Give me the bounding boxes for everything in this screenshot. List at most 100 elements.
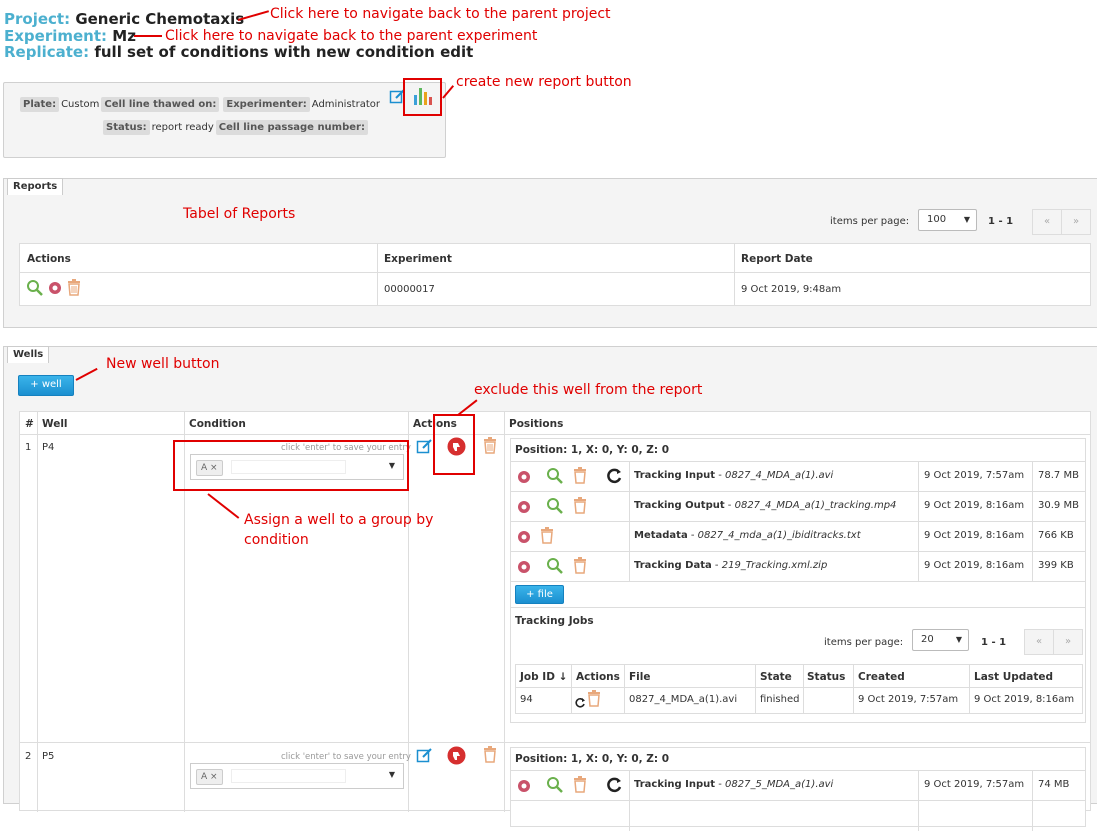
position-panel: Position: 1, X: 0, Y: 0, Z: 0 Tracking I… xyxy=(510,438,1086,723)
replicate-value: full set of conditions with new conditio… xyxy=(94,43,474,61)
delete-file-icon[interactable] xyxy=(573,497,587,514)
col-job-id[interactable]: Job ID ↓ xyxy=(520,671,567,683)
condition-input[interactable] xyxy=(231,769,346,783)
replicate-title: Replicate: full set of conditions with n… xyxy=(4,44,473,61)
reports-prev-page[interactable]: « xyxy=(1032,209,1062,235)
file-entry[interactable]: Tracking Input - 0827_4_MDA_a(1).avi xyxy=(634,470,833,481)
col-condition: Condition xyxy=(189,418,246,430)
reports-section: Reports Tabel of Reports items per page:… xyxy=(3,178,1097,328)
job-file: 0827_4_MDA_a(1).avi xyxy=(629,694,738,705)
delete-well-icon[interactable] xyxy=(483,437,497,454)
download-file-icon[interactable] xyxy=(517,530,531,544)
condition-select[interactable]: A × ▼ xyxy=(190,763,404,789)
wells-tab[interactable]: Wells xyxy=(7,346,50,363)
annotation-assign-group: Assign a well to a group by xyxy=(244,512,434,528)
jobs-items-per-page-label: items per page: xyxy=(824,637,904,648)
download-file-icon[interactable] xyxy=(517,500,531,514)
delete-file-icon[interactable] xyxy=(573,776,587,793)
file-entry[interactable]: Tracking Data - 219_Tracking.xml.zip xyxy=(634,560,827,571)
delete-file-icon[interactable] xyxy=(573,467,587,484)
job-created: 9 Oct 2019, 7:57am xyxy=(858,694,959,705)
job-state: finished xyxy=(760,694,800,705)
reports-items-per-page-select[interactable]: 100 ▼ xyxy=(918,209,977,231)
jobs-prev-page[interactable]: « xyxy=(1024,629,1054,655)
reports-tab[interactable]: Reports xyxy=(7,178,64,195)
report-experiment: 00000017 xyxy=(384,284,435,295)
delete-report-icon[interactable] xyxy=(67,279,81,296)
project-breadcrumb[interactable]: Project: Generic Chemotaxis xyxy=(4,11,244,28)
download-report-icon[interactable] xyxy=(48,281,62,295)
experimenter-label: Experimenter: xyxy=(223,97,310,112)
col-job-actions: Actions xyxy=(576,671,620,683)
experimenter-value: Administrator xyxy=(311,99,380,110)
col-job-file: File xyxy=(629,671,651,683)
passage-label: Cell line passage number: xyxy=(215,120,368,135)
view-file-icon[interactable] xyxy=(546,776,564,794)
position-title: Position: 1, X: 0, Y: 0, Z: 0 xyxy=(515,753,670,765)
reports-next-page[interactable]: » xyxy=(1061,209,1091,235)
condition-hint: click 'enter' to save your entry xyxy=(281,752,411,762)
run-tracking-icon[interactable] xyxy=(605,467,623,485)
col-job-updated: Last Updated xyxy=(974,671,1054,683)
download-file-icon[interactable] xyxy=(517,779,531,793)
well-name: P4 xyxy=(42,442,55,453)
annotation-arrow-experiment xyxy=(134,35,162,37)
edit-icon[interactable] xyxy=(416,747,433,764)
annotation-box-exclude xyxy=(433,414,475,475)
exclude-thumbs-down-icon[interactable] xyxy=(447,746,466,765)
file-date: 9 Oct 2019, 7:57am xyxy=(924,779,1025,790)
file-entry[interactable]: Metadata - 0827_4_mda_a(1)_ibiditracks.t… xyxy=(634,530,861,541)
col-actions: Actions xyxy=(27,253,71,265)
well-row-number: 2 xyxy=(25,751,32,762)
file-size: 78.7 MB xyxy=(1038,470,1079,481)
view-report-icon[interactable] xyxy=(26,279,44,297)
file-date: 9 Oct 2019, 8:16am xyxy=(924,500,1025,511)
delete-file-icon[interactable] xyxy=(573,557,587,574)
job-id: 94 xyxy=(520,694,533,705)
col-well: Well xyxy=(42,418,68,430)
col-job-state: State xyxy=(760,671,792,683)
file-size: 766 KB xyxy=(1038,530,1074,541)
view-file-icon[interactable] xyxy=(546,467,564,485)
download-file-icon[interactable] xyxy=(517,470,531,484)
edit-icon[interactable] xyxy=(416,438,433,455)
status-label: Status: xyxy=(103,120,150,135)
annotation-report-button: create new report button xyxy=(456,74,632,90)
replicate-info-panel: Plate: Custom Cell line thawed on: Experime… xyxy=(3,82,446,158)
annotation-box-condition xyxy=(173,440,409,491)
file-size: 74 MB xyxy=(1038,779,1070,790)
well-name: P5 xyxy=(42,751,55,762)
file-entry[interactable]: Tracking Input - 0827_5_MDA_a(1).avi xyxy=(634,779,833,790)
add-well-button[interactable]: + well xyxy=(18,375,74,396)
jobs-next-page[interactable]: » xyxy=(1053,629,1083,655)
tracking-jobs-table: Job ID ↓ Actions File State Status Creat… xyxy=(515,664,1083,714)
job-updated: 9 Oct 2019, 8:16am xyxy=(974,694,1075,705)
chevron-down-icon[interactable]: ▼ xyxy=(389,770,395,779)
add-file-button[interactable]: + file xyxy=(515,585,564,604)
jobs-items-per-page-select[interactable]: 20 ▼ xyxy=(912,629,969,651)
replicate-label: Replicate: xyxy=(4,43,90,61)
run-tracking-icon[interactable] xyxy=(605,776,623,794)
delete-file-icon[interactable] xyxy=(540,527,554,544)
file-date: 9 Oct 2019, 8:16am xyxy=(924,560,1025,571)
thawed-label: Cell line thawed on: xyxy=(101,97,220,112)
annotation-assign-group-2: condition xyxy=(244,532,309,548)
col-report-date: Report Date xyxy=(741,253,813,265)
position-title: Position: 1, X: 0, Y: 0, Z: 0 xyxy=(515,444,670,456)
view-file-icon[interactable] xyxy=(546,497,564,515)
report-date: 9 Oct 2019, 9:48am xyxy=(741,284,842,295)
project-link[interactable]: Generic Chemotaxis xyxy=(75,10,244,28)
file-date: 9 Oct 2019, 7:57am xyxy=(924,470,1025,481)
tracking-jobs-title: Tracking Jobs xyxy=(515,615,594,627)
delete-job-icon[interactable] xyxy=(587,690,601,707)
col-job-created: Created xyxy=(858,671,905,683)
download-file-icon[interactable] xyxy=(517,560,531,574)
condition-chip[interactable]: A × xyxy=(196,769,223,785)
well-row-number: 1 xyxy=(25,442,32,453)
jobs-page-range: 1 - 1 xyxy=(981,637,1007,648)
delete-well-icon[interactable] xyxy=(483,746,497,763)
refresh-icon[interactable] xyxy=(574,697,586,709)
file-entry[interactable]: Tracking Output - 0827_4_MDA_a(1)_tracki… xyxy=(634,500,896,511)
annotation-project: Click here to navigate back to the paren… xyxy=(270,6,611,22)
view-file-icon[interactable] xyxy=(546,557,564,575)
